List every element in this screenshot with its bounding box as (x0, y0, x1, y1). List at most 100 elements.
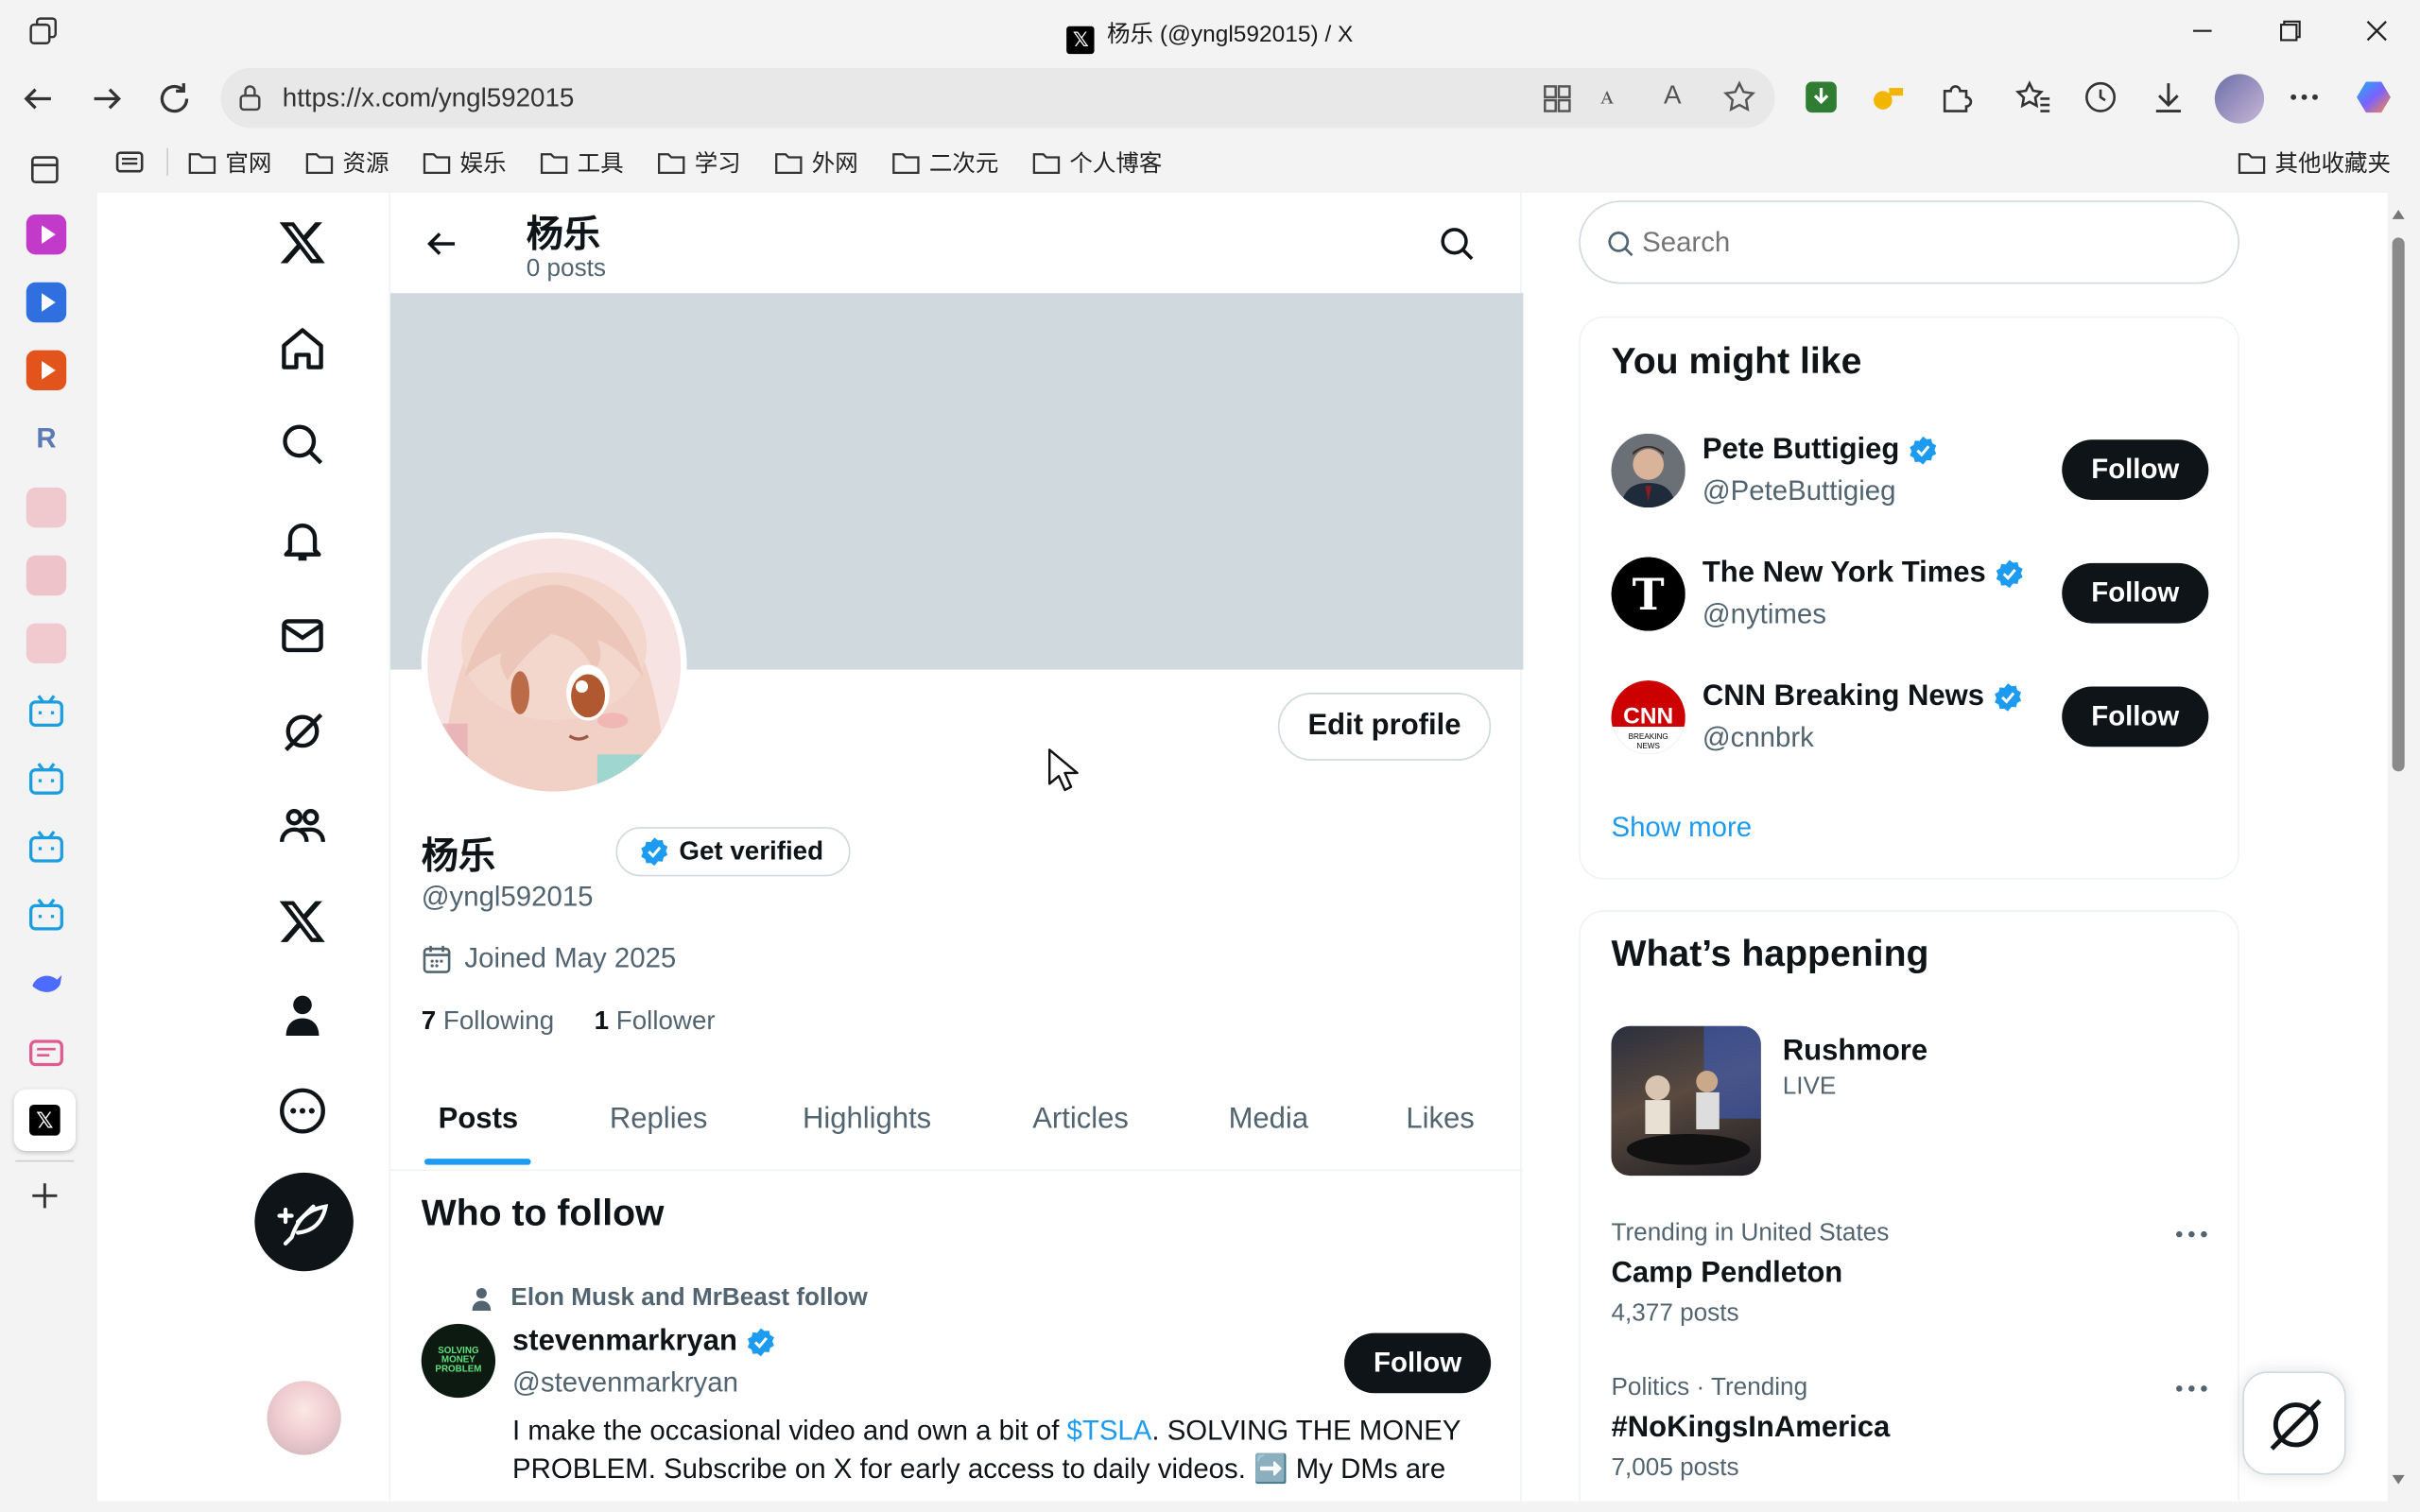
bookmark-folder[interactable]: 官网 (188, 145, 271, 179)
trend-item[interactable]: Trending in United States Camp Pendleton 4… (1581, 1220, 2241, 1344)
translate-icon[interactable]: ꭺ (1600, 80, 1614, 112)
more-options-icon[interactable] (2173, 1381, 2210, 1396)
reading-view-icon[interactable] (114, 146, 146, 178)
account-switcher-avatar[interactable] (267, 1381, 341, 1455)
bookmark-folder[interactable]: 外网 (775, 145, 858, 179)
url-text[interactable]: https://x.com/yngl592015 (283, 83, 575, 114)
explore-icon[interactable] (278, 420, 327, 469)
sidebar-tab-x-active[interactable]: 𝕏 (13, 1089, 76, 1151)
tab-media[interactable]: Media (1229, 1103, 1308, 1137)
followers-link[interactable]: 1 Follower (595, 1005, 716, 1037)
bookmark-folder[interactable]: 学习 (658, 145, 741, 179)
browser-menu-icon[interactable] (2286, 78, 2329, 122)
grok-icon[interactable] (278, 707, 327, 756)
tab-posts[interactable]: Posts (439, 1103, 518, 1137)
show-more-link[interactable]: Show more (1611, 812, 1752, 844)
sidebar-tab-img1[interactable] (26, 487, 67, 528)
suggested-user-row[interactable]: CNN BREAKING NEWS CNN Breaking News @cnnbrk F… (1581, 680, 2241, 773)
user-name[interactable]: CNN Breaking News (1703, 680, 2023, 714)
whale-icon[interactable] (26, 963, 66, 1003)
more-icon[interactable] (278, 1086, 327, 1135)
user-avatar[interactable] (1611, 433, 1685, 508)
tab-articles[interactable]: Articles (1032, 1103, 1129, 1137)
user-name[interactable]: The New York Times (1703, 557, 2025, 591)
notifications-icon[interactable] (278, 515, 327, 564)
follow-button[interactable]: Follow (2062, 562, 2209, 624)
bookmark-folder[interactable]: 娱乐 (423, 145, 507, 179)
user-name[interactable]: Pete Buttigieg (1703, 434, 1938, 468)
favorites-icon[interactable] (2014, 78, 2058, 122)
search-posts-icon[interactable] (1437, 224, 1477, 264)
sidebar-tab-r[interactable]: R (26, 418, 66, 457)
bilibili-icon[interactable] (26, 759, 66, 799)
minimize-icon[interactable] (2181, 12, 2224, 49)
back-arrow-icon[interactable] (422, 224, 461, 264)
bilibili-icon[interactable] (26, 691, 66, 730)
history-icon[interactable] (2082, 78, 2125, 122)
sidebar-tab-img3[interactable] (26, 623, 67, 664)
page-scrollbar[interactable] (2388, 204, 2410, 1491)
live-event-name[interactable]: Rushmore (1783, 1036, 1927, 1070)
read-aloud-icon[interactable]: A (1664, 80, 1682, 112)
follow-button[interactable]: Follow (2062, 439, 2209, 500)
bookmark-folder[interactable]: 二次元 (892, 145, 998, 179)
suggested-user-row[interactable]: Pete Buttigieg @PeteButtigieg Follow (1581, 433, 2241, 526)
tab-highlights[interactable]: Highlights (803, 1103, 931, 1137)
close-icon[interactable] (2355, 12, 2398, 49)
bilibili-icon[interactable] (26, 827, 66, 867)
user-avatar[interactable]: CNN BREAKING NEWS (1611, 680, 1685, 755)
messages-icon[interactable] (278, 611, 327, 661)
edit-profile-button[interactable]: Edit profile (1277, 693, 1492, 761)
lock-icon[interactable] (236, 83, 264, 112)
app-icon[interactable] (1540, 82, 1574, 116)
suggested-user-avatar[interactable]: SOLVING MONEY PROBLEM (421, 1323, 496, 1399)
user-avatar[interactable]: T (1611, 557, 1685, 631)
tv-icon[interactable] (26, 1031, 66, 1071)
refresh-icon[interactable] (153, 77, 197, 121)
follow-button[interactable]: Follow (1344, 1332, 1492, 1394)
downloads-icon[interactable] (2150, 78, 2193, 122)
restore-icon[interactable] (2267, 12, 2310, 49)
extensions-puzzle-icon[interactable] (1937, 78, 1980, 122)
other-favorites[interactable]: 其他收藏夹 (2238, 145, 2391, 179)
home-icon[interactable] (278, 324, 327, 373)
trend-topic[interactable]: Camp Pendleton (1611, 1258, 1842, 1292)
sidebar-tab-video1[interactable] (26, 214, 67, 255)
bookmark-folder[interactable]: 资源 (305, 145, 389, 179)
get-verified-button[interactable]: Get verified (615, 827, 850, 877)
follow-button[interactable]: Follow (2062, 686, 2209, 747)
profile-avatar[interactable] (421, 532, 687, 799)
following-link[interactable]: 7 Following (422, 1005, 554, 1037)
download-extension-icon[interactable] (1803, 78, 1846, 122)
trend-item[interactable]: Politics · Trending #NoKingsInAmerica 7,00… (1581, 1375, 2241, 1499)
forward-icon[interactable] (85, 77, 129, 121)
tab-likes[interactable]: Likes (1406, 1103, 1474, 1137)
favorite-star-icon[interactable] (1722, 80, 1756, 114)
search-input[interactable] (1642, 220, 2198, 265)
live-event-thumbnail[interactable] (1611, 1025, 1761, 1177)
suggested-user-row[interactable]: T The New York Times @nytimes Follow (1581, 557, 2241, 649)
browser-profile-avatar[interactable] (2214, 74, 2265, 124)
copilot-icon[interactable] (2354, 76, 2397, 119)
x-logo-icon[interactable] (278, 217, 327, 266)
search-box[interactable] (1579, 200, 2239, 284)
bookmark-folder[interactable]: 工具 (540, 145, 624, 179)
extension-icon[interactable] (1869, 78, 1912, 122)
communities-icon[interactable] (278, 800, 327, 850)
cashtag-link[interactable]: $TSLA (1067, 1415, 1152, 1446)
suggested-user-name[interactable]: stevenmarkryan (512, 1325, 776, 1359)
profile-icon[interactable] (278, 990, 327, 1040)
premium-x-icon[interactable] (278, 897, 327, 946)
grok-floating-button[interactable] (2242, 1371, 2346, 1475)
add-tab-icon[interactable] (26, 1177, 63, 1214)
sidebar-tab-video2[interactable] (26, 282, 67, 323)
address-bar[interactable]: https://x.com/yngl592015 ꭺ A (220, 67, 1775, 129)
post-button[interactable] (254, 1172, 354, 1272)
more-options-icon[interactable] (2173, 1227, 2210, 1242)
back-icon[interactable] (17, 77, 60, 121)
trend-topic[interactable]: #NoKingsInAmerica (1611, 1412, 1890, 1446)
bilibili-icon[interactable] (26, 895, 66, 935)
vertical-tabs-icon[interactable] (27, 153, 61, 187)
sidebar-tab-img2[interactable] (26, 555, 67, 596)
sidebar-tab-video3[interactable] (26, 350, 67, 391)
